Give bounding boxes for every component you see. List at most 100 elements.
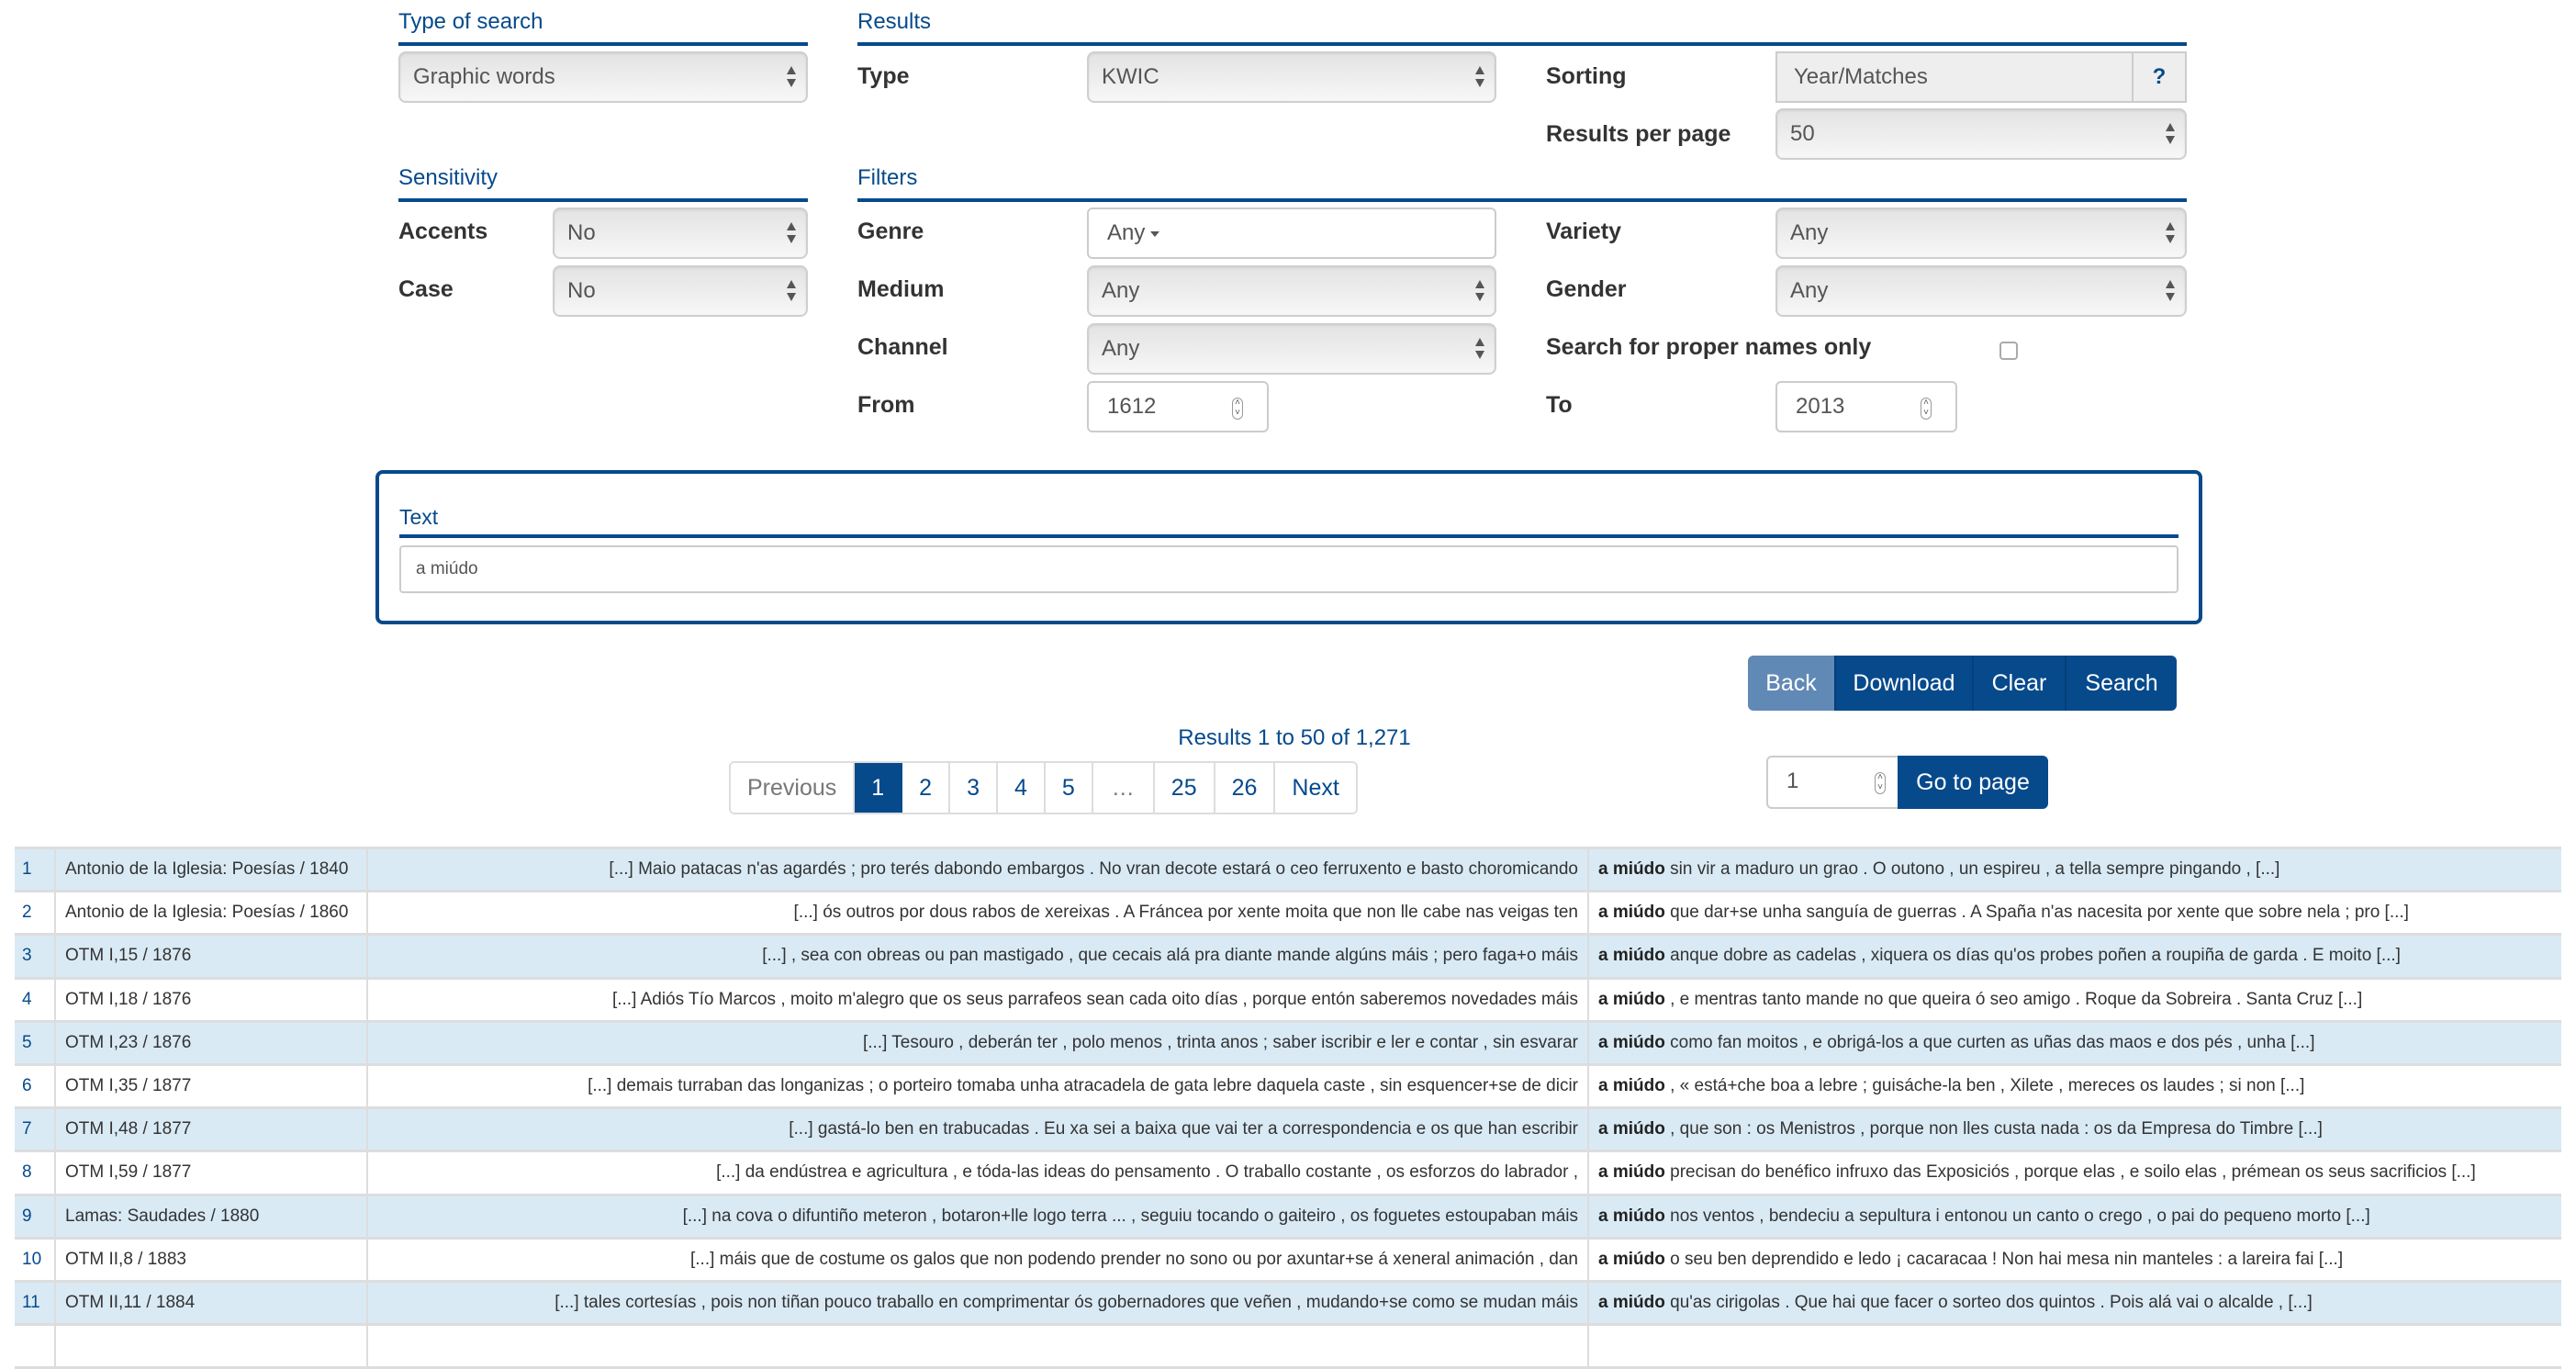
- row-right-context: a miúdo como fan moitos , e obrigá-los a…: [1588, 1021, 2561, 1066]
- row-keyword: a miúdo: [1598, 1206, 1665, 1226]
- results-heading: Results: [857, 6, 2187, 46]
- row-source[interactable]: OTM I,23 / 1876: [55, 1021, 368, 1066]
- row-source[interactable]: OTM II,8 / 1883: [55, 1238, 368, 1283]
- results-per-page-select[interactable]: 50: [1775, 108, 2187, 160]
- row-left-context: [...] ós outros por dous rabos de xereix…: [367, 891, 1589, 937]
- goto-page-button[interactable]: Go to page: [1898, 756, 2048, 809]
- search-button[interactable]: Search: [2066, 656, 2177, 711]
- table-row: 4 OTM I,18 / 1876 [...] Adiós Tío Marcos ,…: [15, 978, 2561, 1023]
- sorting-field[interactable]: Year/Matches ?: [1775, 51, 2187, 103]
- page-button[interactable]: 25: [1154, 763, 1215, 813]
- medium-value: Any: [1102, 278, 1140, 303]
- case-select[interactable]: No: [553, 265, 808, 317]
- goto-page-input[interactable]: 1 ˄ ˅: [1766, 756, 1898, 809]
- table-row: 8 OTM I,59 / 1877 [...] da endústrea e agr…: [15, 1150, 2561, 1196]
- row-source[interactable]: OTM I,48 / 1877: [55, 1107, 368, 1153]
- results-type-value: KWIC: [1102, 64, 1159, 89]
- table-row: 6 OTM I,35 / 1877 [...] demais turraban da…: [15, 1064, 2561, 1110]
- row-left-context: [...] Tesouro , deberán ter , polo menos…: [367, 1021, 1589, 1066]
- select-arrows-icon: [1474, 278, 1485, 304]
- row-source[interactable]: [55, 1324, 368, 1369]
- row-right-text: , « está+che boa a lebre ; guisáche-la b…: [1670, 1076, 2305, 1096]
- row-right-context: a miúdo nos ventos , bendeciu a sepultur…: [1588, 1195, 2561, 1240]
- row-keyword: a miúdo: [1598, 903, 1665, 923]
- goto-page-value: 1: [1786, 769, 1799, 793]
- table-row: 2 Antonio de la Iglesia: Poesías / 1860 [.…: [15, 891, 2561, 937]
- medium-select[interactable]: Any: [1087, 265, 1496, 317]
- row-number: 7: [15, 1107, 56, 1153]
- from-label: From: [857, 392, 915, 418]
- row-keyword: a miúdo: [1598, 946, 1665, 966]
- row-right-context: a miúdo sin vir a maduro un grao . O out…: [1588, 846, 2561, 893]
- row-number: 8: [15, 1150, 56, 1196]
- type-label: Type: [857, 63, 910, 89]
- page-button[interactable]: 2: [902, 763, 951, 813]
- case-label: Case: [398, 276, 454, 302]
- page-button[interactable]: 26: [1215, 763, 1276, 813]
- to-year-input[interactable]: 2013 ˄ ˅: [1775, 381, 1957, 432]
- text-query-input[interactable]: a miúdo: [399, 545, 2178, 593]
- row-source[interactable]: Lamas: Saudades / 1880: [55, 1195, 368, 1240]
- page-button[interactable]: 1: [855, 763, 903, 813]
- row-number: 2: [15, 891, 56, 937]
- download-button[interactable]: Download: [1836, 656, 1974, 711]
- select-arrows-icon: [786, 278, 797, 304]
- gender-select[interactable]: Any: [1775, 265, 2187, 317]
- search-type-select[interactable]: Graphic words: [398, 51, 808, 103]
- type-of-search-heading: Type of search: [398, 6, 808, 46]
- row-right-text: nos ventos , bendeciu a sepultura i ento…: [1670, 1206, 2370, 1226]
- row-source[interactable]: Antonio de la Iglesia: Poesías / 1840: [55, 846, 368, 893]
- results-per-page-value: 50: [1790, 121, 1815, 146]
- genre-dropdown[interactable]: Any: [1087, 208, 1496, 259]
- next-page-button[interactable]: Next: [1275, 763, 1356, 813]
- row-source[interactable]: OTM I,18 / 1876: [55, 978, 368, 1023]
- row-source[interactable]: OTM I,15 / 1876: [55, 934, 368, 980]
- page-button[interactable]: 5: [1045, 763, 1093, 813]
- proper-names-checkbox[interactable]: [1999, 342, 2018, 360]
- row-right-text: o seu ben deprendido e ledo ¡ cacaracaa …: [1670, 1249, 2344, 1269]
- clear-button[interactable]: Clear: [1974, 656, 2066, 711]
- results-table: 1 Antonio de la Iglesia: Poesías / 1840 [.…: [15, 846, 2561, 1369]
- case-value: No: [567, 278, 596, 303]
- back-button[interactable]: Back: [1748, 656, 1836, 711]
- accents-select[interactable]: No: [553, 208, 808, 259]
- from-year-input[interactable]: 1612 ˄ ˅: [1087, 381, 1269, 432]
- sorting-help-button[interactable]: ?: [2134, 53, 2185, 101]
- select-arrows-icon: [2165, 278, 2176, 304]
- text-heading: Text: [399, 501, 2178, 538]
- row-number: 9: [15, 1195, 56, 1240]
- row-number: 11: [15, 1281, 56, 1327]
- row-number: 10: [15, 1238, 56, 1283]
- row-right-text: que dar+se unha sanguía de guerras . A S…: [1670, 903, 2409, 923]
- filters-heading: Filters: [857, 162, 2187, 202]
- medium-label: Medium: [857, 276, 945, 302]
- variety-select[interactable]: Any: [1775, 208, 2187, 259]
- row-keyword: a miúdo: [1598, 1076, 1665, 1096]
- channel-select[interactable]: Any: [1087, 323, 1496, 375]
- row-source[interactable]: Antonio de la Iglesia: Poesías / 1860: [55, 891, 368, 937]
- table-row: 9 Lamas: Saudades / 1880 [...] na cova o d…: [15, 1195, 2561, 1240]
- from-year-value: 1612: [1107, 394, 1157, 419]
- page-button[interactable]: 4: [997, 763, 1046, 813]
- page-button[interactable]: 3: [950, 763, 998, 813]
- proper-names-label: Search for proper names only: [1546, 334, 1872, 360]
- select-arrows-icon: [2165, 121, 2176, 147]
- row-keyword: a miúdo: [1598, 1162, 1665, 1183]
- row-keyword: a miúdo: [1598, 1119, 1665, 1139]
- row-right-text: sin vir a maduro un grao . O outono , un…: [1670, 859, 2280, 880]
- previous-page-button[interactable]: Previous: [731, 763, 856, 813]
- row-source[interactable]: OTM II,11 / 1884: [55, 1281, 368, 1327]
- genre-label: Genre: [857, 219, 924, 244]
- search-type-value: Graphic words: [413, 64, 555, 89]
- row-source[interactable]: OTM I,59 / 1877: [55, 1150, 368, 1196]
- row-left-context: [...] Adiós Tío Marcos , moito m'alegro …: [367, 978, 1589, 1023]
- row-source[interactable]: OTM I,35 / 1877: [55, 1064, 368, 1110]
- number-spinner-icon[interactable]: ˄ ˅: [1875, 772, 1886, 794]
- row-keyword: a miúdo: [1598, 989, 1665, 1009]
- results-type-select[interactable]: KWIC: [1087, 51, 1496, 103]
- row-right-text: , que son : os Menistros , porque non ll…: [1670, 1119, 2323, 1139]
- number-spinner-icon[interactable]: ˄ ˅: [1232, 398, 1243, 420]
- row-left-context: [...] tales cortesías , pois non tiñan p…: [367, 1281, 1589, 1327]
- row-number: 5: [15, 1021, 56, 1066]
- number-spinner-icon[interactable]: ˄ ˅: [1921, 398, 1932, 420]
